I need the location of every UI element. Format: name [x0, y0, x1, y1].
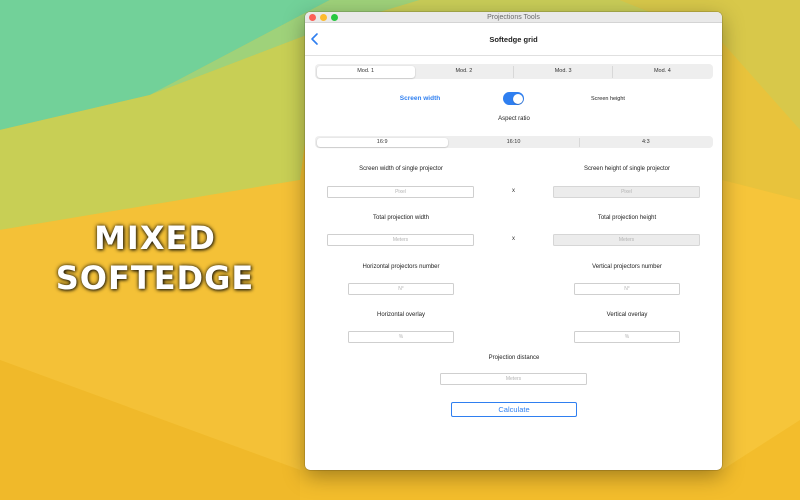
screen-width-label: Screen width: [399, 95, 441, 102]
window-titlebar: Projections Tools: [305, 12, 722, 23]
calculate-button[interactable]: Calculate: [451, 402, 577, 417]
screen-height-label: Screen height: [591, 96, 625, 102]
toggle-knob: [512, 93, 523, 104]
vertical-overlay-input[interactable]: [574, 331, 680, 343]
total-height-label: Total projection height: [597, 215, 657, 221]
window-title: Projections Tools: [487, 14, 540, 21]
total-width-input[interactable]: [327, 234, 474, 246]
promo-line-2: SOFTEDGE: [55, 259, 255, 297]
single-width-label: Screen width of single projector: [359, 166, 443, 172]
mod-tabs: Mod. 1 Mod. 2 Mod. 3 Mod. 4: [315, 64, 713, 79]
projection-distance-label: Projection distance: [488, 355, 540, 361]
vertical-number-input[interactable]: [574, 283, 680, 295]
screen-dimension-toggle[interactable]: [503, 92, 524, 105]
vertical-number-label: Vertical projectors number: [592, 264, 662, 270]
single-height-label: Screen height of single projector: [583, 166, 671, 172]
navigation-bar: Softedge grid: [305, 23, 722, 56]
promo-line-1: MIXED: [94, 219, 216, 257]
times-symbol: x: [512, 236, 515, 242]
tab-mod-4[interactable]: Mod. 4: [613, 66, 711, 78]
aspect-option-16-10[interactable]: 16:10: [448, 137, 581, 147]
page-title: Softedge grid: [489, 35, 538, 44]
aspect-option-4-3[interactable]: 4:3: [580, 138, 711, 147]
single-width-input[interactable]: [327, 186, 474, 198]
horizontal-number-label: Horizontal projectors number: [362, 264, 440, 270]
horizontal-number-input[interactable]: [348, 283, 454, 295]
form-content: Mod. 1 Mod. 2 Mod. 3 Mod. 4 Screen width…: [305, 56, 722, 469]
horizontal-overlay-input[interactable]: [348, 331, 454, 343]
single-height-input[interactable]: [553, 186, 700, 198]
app-window: Projections Tools Softedge grid Mod. 1 M…: [305, 12, 722, 470]
total-width-label: Total projection width: [372, 215, 430, 221]
aspect-option-16-9[interactable]: 16:9: [316, 137, 448, 147]
aspect-ratio-label: Aspect ratio: [498, 116, 530, 122]
total-height-input[interactable]: [553, 234, 700, 246]
aspect-ratio-selector: 16:9 16:10 4:3: [315, 136, 713, 148]
tab-mod-3[interactable]: Mod. 3: [514, 65, 614, 78]
vertical-overlay-label: Vertical overlay: [606, 312, 648, 318]
projection-distance-input[interactable]: [440, 373, 587, 385]
tab-mod-1[interactable]: Mod. 1: [316, 65, 415, 78]
times-symbol: x: [512, 188, 515, 194]
tab-mod-2[interactable]: Mod. 2: [415, 65, 514, 78]
horizontal-overlay-label: Horizontal overlay: [376, 312, 426, 318]
promo-headline: MIXED SOFTEDGE: [40, 218, 270, 298]
